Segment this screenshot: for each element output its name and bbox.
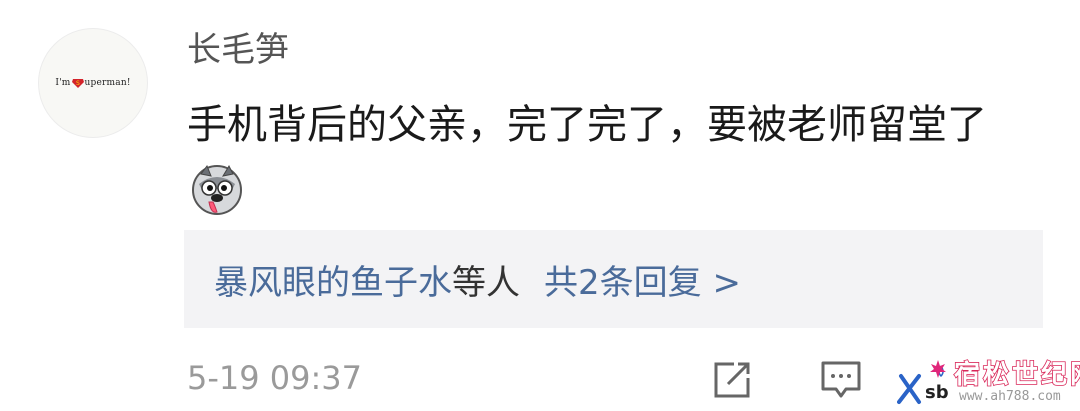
avatar-prefix: I'm: [55, 78, 71, 88]
comment-text: 手机背后的父亲，完了完了，要被老师留堂了: [187, 102, 987, 148]
site-watermark: sb 宿松世纪网 www.ah788.com: [897, 352, 1080, 411]
watermark-logo-text: sb: [925, 382, 949, 403]
share-icon[interactable]: [712, 360, 752, 400]
watermark-title: 宿松世纪网: [953, 359, 1080, 391]
husky-dog-emoji-icon: [192, 164, 242, 215]
comment-username[interactable]: 长毛笋: [187, 26, 289, 74]
like-icon[interactable]: sb: [897, 358, 957, 406]
superman-logo-icon: S: [71, 78, 84, 88]
reply-users-suffix: 等人: [452, 262, 520, 303]
reply-count-link[interactable]: 共2条回复 >: [544, 255, 741, 304]
avatar[interactable]: I'm S uperman!: [38, 28, 148, 138]
svg-text:S: S: [76, 80, 80, 87]
comment-icon[interactable]: [820, 359, 862, 401]
avatar-logo: I'm S uperman!: [55, 78, 130, 88]
comment-timestamp: 5-19 09:37: [187, 359, 363, 397]
reply-users[interactable]: 暴风眼的鱼子水: [214, 255, 452, 304]
comment-body: 手机背后的父亲，完了完了，要被老师留堂了: [187, 92, 1027, 224]
avatar-suffix: uperman!: [84, 78, 131, 88]
watermark-url: www.ah788.com: [959, 389, 1061, 404]
replies-preview[interactable]: 暴风眼的鱼子水 等人 共2条回复 >: [184, 230, 1043, 328]
